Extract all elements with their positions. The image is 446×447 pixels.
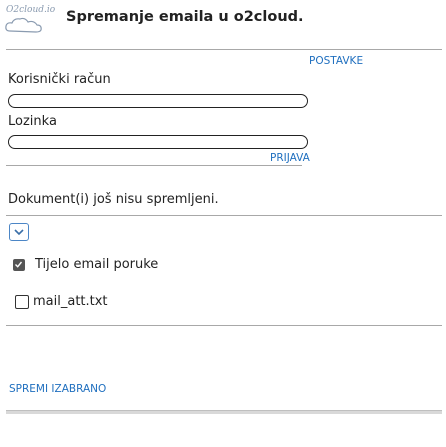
save-selected-link[interactable]: SPREMI IZABRANO bbox=[9, 383, 106, 395]
item-label-attachment: mail_att.txt bbox=[33, 294, 108, 309]
expand-button[interactable] bbox=[9, 223, 29, 241]
cloud-icon bbox=[5, 17, 42, 33]
account-label: Korisnički račun bbox=[8, 72, 111, 87]
bottom-divider bbox=[6, 410, 442, 414]
logo-text: O2cloud.io bbox=[6, 5, 56, 15]
item-checkbox-body[interactable] bbox=[13, 259, 25, 271]
item-checkbox-attachment[interactable] bbox=[15, 295, 29, 309]
items-divider bbox=[6, 325, 442, 326]
header-divider bbox=[6, 49, 442, 50]
status-divider bbox=[6, 215, 442, 216]
o2cloud-logo: O2cloud.io bbox=[4, 4, 60, 36]
login-link[interactable]: PRIJAVA bbox=[270, 152, 310, 164]
chevron-down-icon bbox=[14, 229, 24, 236]
settings-link[interactable]: POSTAVKE bbox=[309, 55, 363, 67]
status-message: Dokument(i) još nisu spremljeni. bbox=[8, 192, 219, 207]
login-divider bbox=[6, 165, 302, 166]
password-label: Lozinka bbox=[8, 114, 57, 129]
account-input[interactable] bbox=[8, 94, 308, 108]
page-title: Spremanje emaila u o2cloud. bbox=[66, 9, 304, 25]
check-icon bbox=[15, 261, 23, 268]
item-label-body: Tijelo email poruke bbox=[35, 257, 159, 272]
password-input[interactable] bbox=[8, 135, 308, 149]
